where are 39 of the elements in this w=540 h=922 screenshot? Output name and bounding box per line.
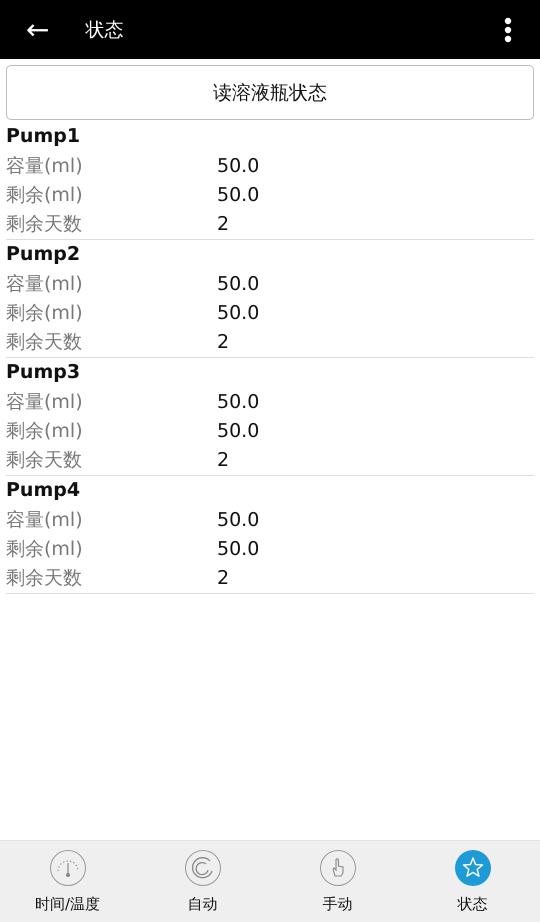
- field-value: 50.0: [217, 154, 260, 176]
- nav-tab[interactable]: 时间/温度: [0, 841, 135, 922]
- field-label: 剩余天数: [6, 448, 83, 472]
- nav-tab[interactable]: 自动: [135, 841, 270, 922]
- field-label: 容量(ml): [6, 154, 84, 178]
- field-label: 剩余(ml): [6, 536, 84, 562]
- field-label: 剩余天数: [6, 566, 83, 590]
- field-label: 剩余天数: [6, 330, 83, 354]
- field-label: 剩余(ml): [6, 182, 84, 208]
- field-value: 2: [217, 566, 230, 588]
- hand-icon: [318, 849, 356, 887]
- field-value: 2: [217, 448, 230, 470]
- pump-name: Pump1: [6, 124, 82, 149]
- field-value: 50.0: [217, 538, 260, 560]
- nav-tab[interactable]: 状态: [405, 841, 540, 922]
- field-label: 剩余天数: [6, 212, 83, 236]
- field-value: 50.0: [217, 272, 260, 294]
- field-value: 2: [217, 330, 230, 352]
- pump-name: Pump2: [6, 242, 82, 267]
- field-label: 容量(ml): [6, 390, 84, 414]
- pump-name: Pump4: [6, 478, 82, 503]
- field-value: 50.0: [217, 184, 260, 206]
- field-value: 50.0: [217, 390, 260, 412]
- field-value: 50.0: [217, 420, 260, 442]
- nav-tab[interactable]: 手动: [270, 841, 405, 922]
- gauge-icon: [48, 849, 86, 887]
- screen-title: 状态: [85, 18, 124, 42]
- read-status-button[interactable]: 读溶液瓶状态: [6, 65, 534, 120]
- field-label: 容量(ml): [6, 508, 84, 532]
- field-value: 2: [217, 212, 230, 234]
- field-label: 容量(ml): [6, 272, 84, 296]
- field-value: 50.0: [217, 302, 260, 324]
- swirl-icon: [184, 849, 222, 887]
- back-button[interactable]: ←: [26, 16, 50, 44]
- field-label: 剩余(ml): [6, 418, 84, 444]
- field-value: 50.0: [217, 508, 260, 530]
- more-options-icon[interactable]: [504, 16, 512, 42]
- field-label: 剩余(ml): [6, 300, 84, 326]
- pump-name: Pump3: [6, 360, 82, 385]
